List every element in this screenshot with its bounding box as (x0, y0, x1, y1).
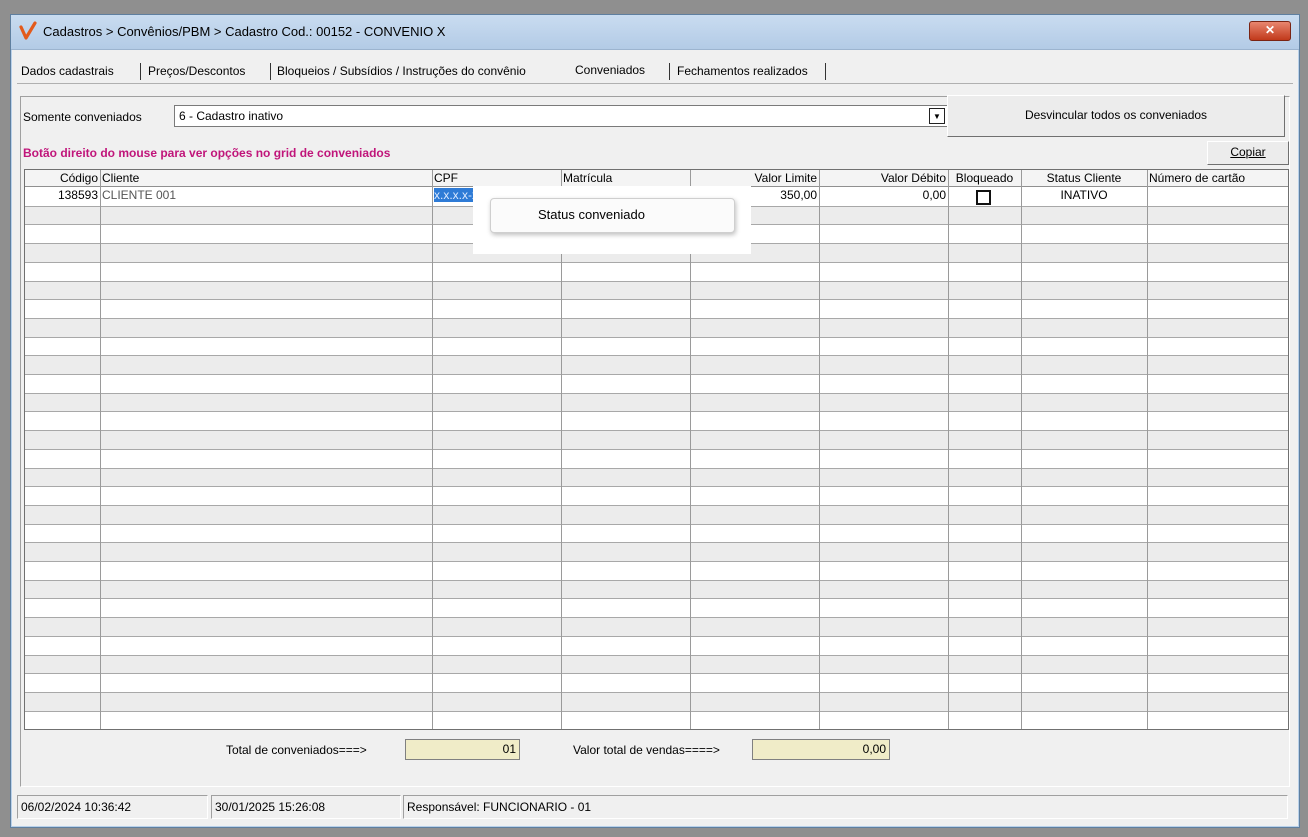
tab-separator (825, 63, 826, 80)
unlink-all-button[interactable]: Desvincular todos os conveniados (947, 95, 1285, 137)
grid-row-line (25, 374, 1288, 375)
grid-row-line (25, 448, 1288, 450)
grid-row-stripe (25, 317, 1288, 337)
col-header-codigo[interactable]: Código (25, 170, 100, 186)
tab-fechamentos[interactable]: Fechamentos realizados (673, 61, 812, 81)
grid-row-line (25, 579, 1288, 581)
total-conveniados-field: 01 (405, 739, 520, 760)
grid-row-line (25, 392, 1288, 394)
grid-row-line (25, 617, 1288, 619)
grid-row-stripe (25, 691, 1288, 711)
grid-column-line (432, 170, 433, 729)
main-window: Cadastros > Convênios/PBM > Cadastro Cod… (10, 14, 1300, 828)
col-header-status-cliente[interactable]: Status Cliente (1021, 170, 1147, 186)
grid-row-stripe (25, 355, 1288, 374)
col-header-numero-cartao[interactable]: Número de cartão (1147, 170, 1288, 186)
tab-separator (270, 63, 271, 80)
cell-valor-debito[interactable]: 0,00 (819, 187, 948, 204)
tab-bloqueios[interactable]: Bloqueios / Subsídios / Instruções do co… (273, 61, 530, 81)
grid-row-line (25, 673, 1288, 675)
tab-strip: Dados cadastrais Preços/Descontos Bloque… (17, 58, 1293, 84)
bloqueado-checkbox[interactable] (976, 190, 991, 205)
grid-row-line (25, 280, 1288, 282)
grid-row-line (25, 729, 1288, 730)
grid-header: Código Cliente CPF Matrícula Valor Limit… (25, 170, 1288, 187)
status-responsavel: Responsável: FUNCIONARIO - 01 (403, 795, 1288, 819)
grid-row-line (25, 336, 1288, 338)
grid-row-line (25, 598, 1288, 600)
grid-row-line (25, 654, 1288, 656)
grid-row-line (25, 504, 1288, 506)
grid-row-line (25, 467, 1288, 469)
grid-row-stripe (25, 467, 1288, 487)
total-vendas-label: Valor total de vendas====> (573, 743, 720, 757)
grid-row-stripe (25, 617, 1288, 636)
col-header-matricula[interactable]: Matrícula (561, 170, 690, 186)
col-header-cliente[interactable]: Cliente (100, 170, 432, 186)
grid-row-stripe (25, 430, 1288, 449)
grid-row-line (25, 635, 1288, 637)
grid-row-stripe (25, 280, 1288, 300)
status-bar: 06/02/2024 10:36:42 30/01/2025 15:26:08 … (11, 795, 1299, 821)
tab-precos-descontos[interactable]: Preços/Descontos (144, 61, 249, 81)
grid-row-line (25, 710, 1288, 712)
grid-row-line (25, 317, 1288, 319)
grid-column-line (819, 170, 820, 729)
grid-column-line (100, 170, 101, 729)
grid-column-line (1021, 170, 1022, 729)
filter-select-value: 6 - Cadastro inativo (179, 109, 284, 123)
copy-button[interactable]: Copiar (1207, 141, 1289, 165)
status-date-created: 06/02/2024 10:36:42 (17, 795, 208, 819)
grid-column-line (948, 170, 949, 729)
grid-row-line (25, 299, 1288, 301)
filter-label: Somente conveniados (23, 110, 142, 124)
app-logo-icon (19, 21, 37, 40)
grid-hint: Botão direito do mouse para ver opções n… (23, 146, 391, 160)
window-title: Cadastros > Convênios/PBM > Cadastro Cod… (43, 24, 446, 39)
col-header-bloqueado[interactable]: Bloqueado (948, 170, 1021, 186)
tab-conveniados[interactable]: Conveniados (571, 58, 650, 83)
menu-item-status-conveniado[interactable]: Status conveniado (538, 207, 645, 222)
grid-row-line (25, 486, 1288, 488)
status-date-updated: 30/01/2025 15:26:08 (211, 795, 401, 819)
tab-separator (140, 63, 141, 80)
tab-dados-cadastrais[interactable]: Dados cadastrais (17, 61, 118, 81)
col-header-valor-limite[interactable]: Valor Limite (690, 170, 819, 186)
grid-row-line (25, 561, 1288, 562)
grid-row-line (25, 411, 1288, 413)
grid-row-line (25, 691, 1288, 693)
grid-column-line (1147, 170, 1148, 729)
grid-row-stripe (25, 392, 1288, 412)
total-conveniados-label: Total de conveniados===> (226, 743, 367, 757)
title-bar: Cadastros > Convênios/PBM > Cadastro Cod… (11, 15, 1299, 50)
grid-row-line (25, 542, 1288, 544)
col-header-cpf[interactable]: CPF (432, 170, 561, 186)
tab-separator (669, 63, 670, 80)
grid-row-stripe (25, 654, 1288, 674)
grid-row-stripe (25, 579, 1288, 599)
grid-row-line (25, 523, 1288, 525)
close-button[interactable]: ✕ (1249, 21, 1291, 41)
cell-status-cliente[interactable]: INATIVO (1021, 187, 1147, 204)
cell-codigo[interactable]: 138593 (25, 187, 100, 204)
grid-row-line (25, 261, 1288, 263)
chevron-down-icon[interactable]: ▼ (929, 108, 945, 124)
col-header-valor-debito[interactable]: Valor Débito (819, 170, 948, 186)
grid-row-line (25, 430, 1288, 432)
grid-row-stripe (25, 504, 1288, 524)
total-vendas-field: 0,00 (752, 739, 890, 760)
grid-row-line (25, 355, 1288, 357)
cell-cliente[interactable]: CLIENTE 001 (100, 187, 432, 204)
filter-select[interactable]: 6 - Cadastro inativo ▼ (174, 105, 948, 127)
context-menu: Status conveniado (490, 198, 735, 233)
grid-row-stripe (25, 542, 1288, 561)
